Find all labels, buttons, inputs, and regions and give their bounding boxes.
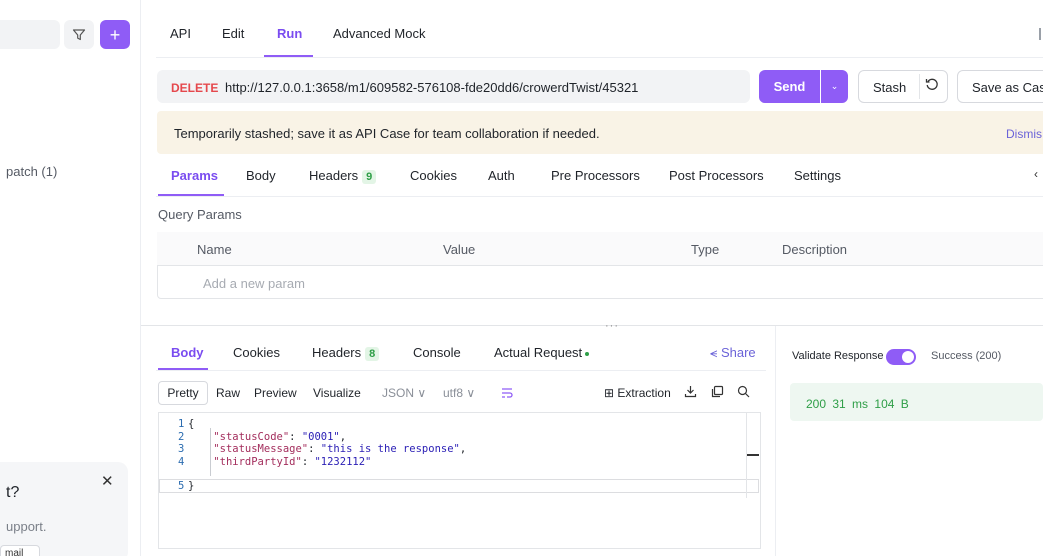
filter-icon: [72, 28, 86, 40]
response-size: 104 B: [874, 397, 909, 411]
code-line: 5}: [178, 480, 195, 492]
tab-response-body[interactable]: Body: [171, 345, 204, 360]
tab-post-processors[interactable]: Post Processors: [669, 168, 764, 183]
chevron-down-icon: ⌄: [830, 81, 839, 91]
send-options-button[interactable]: ⌄: [821, 70, 848, 103]
add-button[interactable]: +: [100, 20, 130, 49]
sidebar-item-patch[interactable]: patch (1): [6, 164, 57, 179]
search-icon[interactable]: [737, 385, 750, 401]
extraction-button[interactable]: ⊞ Extraction: [604, 386, 671, 400]
help-card-text: upport.: [6, 519, 47, 534]
tab-settings[interactable]: Settings: [794, 168, 841, 183]
query-params-title: Query Params: [158, 207, 242, 222]
tab-run[interactable]: Run: [277, 26, 302, 41]
column-header-type: Type: [691, 242, 720, 257]
code-line: 4 "thirdPartyId": "1232112": [178, 455, 372, 468]
response-meta: 200 31 ms 104 B: [806, 397, 909, 411]
stash-notice-text: Temporarily stashed; save it as API Case…: [174, 126, 600, 141]
tab-response-cookies[interactable]: Cookies: [233, 345, 280, 360]
extraction-icon: ⊞: [604, 386, 618, 400]
response-time: 31 ms: [832, 397, 869, 411]
tab-advanced-mock[interactable]: Advanced Mock: [333, 26, 426, 41]
tab-response-headers[interactable]: Headers 8: [312, 345, 380, 361]
count-badge: 8: [365, 347, 380, 361]
current-line-highlight: [159, 479, 759, 493]
column-header-name: Name: [197, 242, 232, 257]
pretty-button[interactable]: Pretty: [158, 381, 208, 405]
share-label: Share: [720, 345, 756, 360]
download-icon[interactable]: [684, 385, 697, 401]
divider: [156, 196, 1043, 197]
method-badge[interactable]: DELETE: [171, 81, 218, 95]
tab-console[interactable]: Console: [413, 345, 461, 360]
validation-result: Success (200): [931, 350, 1002, 362]
divider: [156, 370, 766, 371]
code-line: 3 "statusMessage": "this is the response…: [178, 443, 467, 455]
filter-button[interactable]: [64, 20, 94, 49]
visualize-button[interactable]: Visualize: [313, 386, 361, 400]
share-button[interactable]: ⪪ Share: [710, 345, 756, 361]
encoding-select-value: utf8: [443, 386, 464, 400]
format-select-value: JSON: [382, 386, 415, 400]
encoding-select[interactable]: utf8 ∨: [443, 386, 475, 400]
tab-headers[interactable]: Headers 9: [309, 168, 377, 184]
restore-icon[interactable]: [925, 77, 939, 94]
copy-icon[interactable]: [711, 385, 724, 401]
tab-body[interactable]: Body: [246, 168, 276, 183]
tab-auth[interactable]: Auth: [488, 168, 515, 183]
divider: [919, 74, 920, 99]
tab-edit[interactable]: Edit: [222, 26, 244, 41]
chevron-left-icon[interactable]: ‹: [1034, 167, 1038, 181]
tab-headers-label: Headers: [309, 168, 359, 183]
raw-button[interactable]: Raw: [216, 386, 240, 400]
tab-actual-request-label: Actual Request: [494, 345, 583, 360]
more-icon[interactable]: [1039, 28, 1041, 40]
help-card-button[interactable]: mail: [0, 545, 40, 556]
divider: [156, 57, 1043, 58]
drag-handle-icon[interactable]: ···: [605, 320, 619, 332]
format-select[interactable]: JSON ∨: [382, 386, 426, 400]
column-header-description: Description: [782, 242, 848, 257]
status-dot: [585, 351, 590, 356]
stash-button[interactable]: Stash: [873, 80, 906, 95]
divider: [775, 326, 776, 556]
code-line: 1{: [178, 418, 195, 430]
panel-splitter[interactable]: [141, 325, 1043, 326]
tab-pre-processors[interactable]: Pre Processors: [551, 168, 640, 183]
send-button[interactable]: Send: [759, 70, 820, 103]
toggle-knob: [902, 351, 914, 363]
table-header: [157, 232, 1043, 266]
share-icon: ⪪: [710, 345, 721, 360]
add-param-input[interactable]: Add a new param: [203, 276, 305, 291]
count-badge: 9: [362, 170, 377, 184]
wrap-lines-icon[interactable]: [500, 381, 520, 405]
tab-api[interactable]: API: [170, 26, 191, 41]
code-line: 2 "statusCode": "0001",: [178, 430, 347, 443]
help-card-title: t?: [6, 484, 20, 501]
sidebar-search-input[interactable]: [0, 20, 60, 49]
plus-icon: +: [109, 24, 121, 45]
dismiss-link[interactable]: Dismis: [1006, 127, 1042, 141]
scrollbar-marker: [747, 454, 759, 456]
save-as-case-label: Save as Cas: [972, 80, 1043, 95]
column-header-value: Value: [443, 242, 476, 257]
tab-cookies[interactable]: Cookies: [410, 168, 457, 183]
validate-response-label: Validate Response: [792, 350, 884, 362]
url-input[interactable]: http://127.0.0.1:3658/m1/609582-576108-f…: [225, 80, 638, 95]
close-icon[interactable]: ✕: [101, 472, 114, 490]
tab-actual-request[interactable]: Actual Request: [494, 345, 590, 360]
tab-response-headers-label: Headers: [312, 345, 362, 360]
tab-params[interactable]: Params: [171, 168, 218, 183]
status-code: 200: [806, 397, 827, 411]
extraction-label: Extraction: [617, 386, 671, 400]
preview-button[interactable]: Preview: [254, 386, 297, 400]
